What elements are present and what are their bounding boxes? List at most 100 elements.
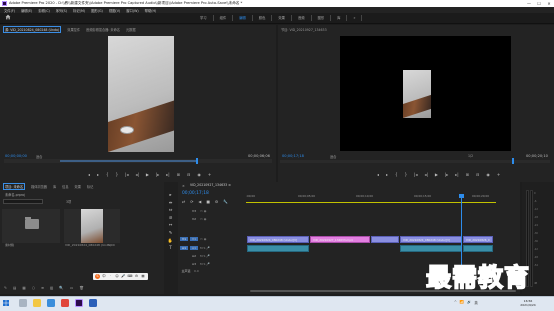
tab-info[interactable]: 信息: [62, 184, 68, 189]
timeline-sequence-tab[interactable]: VID_20210927_134633 ≡: [190, 183, 231, 187]
track-name[interactable]: V3: [190, 209, 198, 213]
video-clip[interactable]: VID_20210824_080248 (Undo)[V]: [400, 236, 462, 243]
workspace-color[interactable]: 颜色: [253, 14, 273, 21]
snap-icon[interactable]: ⟳: [190, 199, 193, 204]
mark-clip-in-icon[interactable]: {: [106, 172, 109, 177]
find-icon[interactable]: 🔍: [59, 286, 63, 290]
overwrite-icon[interactable]: ⊟: [187, 172, 190, 177]
source-playhead-timecode[interactable]: 00;00;00;00: [5, 154, 27, 158]
zoom-slider-icon[interactable]: ○: [32, 286, 35, 290]
tab-effect-controls[interactable]: 效果控件: [67, 27, 80, 32]
minimize-button[interactable]: —: [524, 0, 534, 7]
slip-tool-icon[interactable]: ↔: [166, 223, 175, 227]
timeline-timecode[interactable]: 00;00;17;18: [182, 191, 209, 196]
source-patch[interactable]: V1: [180, 237, 188, 242]
search-icon[interactable]: [19, 299, 27, 307]
source-patch[interactable]: A1: [180, 246, 188, 251]
insert-icon[interactable]: ⊞: [177, 172, 180, 177]
ime-menu-icon[interactable]: ▦: [141, 274, 146, 279]
workspace-assembly[interactable]: 组件: [214, 14, 234, 21]
program-playhead-timecode[interactable]: 00;00;17;18: [282, 154, 304, 158]
ime-emoji-icon[interactable]: ☺: [115, 274, 120, 279]
network-icon[interactable]: 📶: [460, 300, 464, 305]
close-button[interactable]: ✕: [544, 0, 554, 7]
tab-metadata[interactable]: 元数据: [126, 27, 136, 32]
menu-graphics[interactable]: 图形(G): [91, 8, 103, 13]
tab-source[interactable]: 源: VID_20210824_080248 (Undo): [3, 25, 62, 33]
source-playhead[interactable]: [196, 158, 198, 164]
automate-icon[interactable]: ▥: [50, 286, 53, 290]
track-toggles[interactable]: ▭ ◉: [200, 209, 206, 213]
timeline-settings-icon[interactable]: ⚙: [215, 199, 218, 204]
tray-overflow-icon[interactable]: ^: [454, 300, 457, 305]
program-scrubber[interactable]: [280, 160, 550, 163]
track-toggles[interactable]: ▭ ◉: [200, 217, 206, 221]
file-explorer-icon[interactable]: [33, 299, 41, 307]
ime-punctuation-icon[interactable]: ⸱: [108, 274, 113, 279]
workspace-learn[interactable]: 学习: [194, 14, 214, 21]
master-volume[interactable]: 0.0: [194, 269, 199, 273]
program-playhead[interactable]: [512, 158, 514, 164]
tab-audio-clip-mixer[interactable]: 音频剪辑混合器: 未命名: [86, 27, 120, 32]
menu-markers[interactable]: 标记(M): [73, 8, 85, 13]
track-toggles[interactable]: ▭ ◉: [200, 237, 206, 241]
word-icon[interactable]: [89, 299, 97, 307]
input-language-indicator[interactable]: 英: [474, 300, 477, 305]
mark-in-icon[interactable]: ◂: [88, 172, 90, 177]
bin-label[interactable]: 素材箱: [5, 243, 14, 247]
track-toggles[interactable]: M S 🎤: [200, 246, 210, 250]
step-forward-icon[interactable]: |▸: [156, 172, 159, 177]
video-clip[interactable]: VID_20210927_134633.mp4: [310, 236, 370, 243]
workspace-effects[interactable]: 效果: [272, 14, 292, 21]
timeline-close-icon[interactable]: ×: [182, 184, 185, 188]
go-to-in-icon[interactable]: |◂: [414, 172, 417, 177]
selection-tool-icon[interactable]: ▸: [166, 192, 175, 197]
export-frame-icon[interactable]: ◉: [486, 172, 490, 177]
play-icon[interactable]: ▶: [146, 172, 149, 177]
mark-out-icon[interactable]: ▸: [97, 172, 99, 177]
premiere-taskbar-icon[interactable]: [75, 299, 83, 307]
step-back-icon[interactable]: ◂|: [135, 172, 138, 177]
mark-clip-out-icon[interactable]: }: [116, 172, 119, 177]
mark-clip-out-icon[interactable]: }: [405, 172, 408, 177]
track-toggles[interactable]: M S 🎤: [200, 262, 210, 266]
linked-selection-icon[interactable]: ◀: [198, 199, 201, 204]
trash-icon[interactable]: 🗑: [79, 286, 84, 290]
edge-browser-icon[interactable]: [47, 299, 55, 307]
tab-media-browser[interactable]: 媒体浏览器: [31, 184, 47, 189]
mark-clip-in-icon[interactable]: {: [395, 172, 398, 177]
clip-label[interactable]: VID_20210824_080248 (Undo): [65, 243, 111, 247]
ime-language-toggle[interactable]: 中: [102, 274, 107, 279]
workspace-audio[interactable]: 音频: [292, 14, 312, 21]
add-button-icon[interactable]: +: [497, 172, 500, 177]
track-name[interactable]: A1: [190, 246, 198, 251]
menu-sequence[interactable]: 序列(S): [56, 8, 67, 13]
list-view-icon[interactable]: ▤: [13, 286, 16, 290]
menu-file[interactable]: 文件(F): [4, 8, 15, 13]
hand-tool-icon[interactable]: ✋: [166, 238, 175, 243]
pen-tool-icon[interactable]: ✎: [166, 230, 175, 235]
step-back-icon[interactable]: ◂|: [424, 172, 427, 177]
project-search-input[interactable]: [3, 199, 43, 204]
video-clip[interactable]: VID_20210824_080248 (Undo)[V]: [247, 236, 309, 243]
nest-icon[interactable]: ⇄: [182, 199, 185, 204]
add-button-icon[interactable]: +: [208, 172, 211, 177]
workspace-libraries[interactable]: 库: [331, 14, 348, 21]
ime-settings-icon[interactable]: ⚙: [134, 274, 139, 279]
sort-icon[interactable]: ≡: [41, 286, 44, 290]
step-forward-icon[interactable]: |▸: [445, 172, 448, 177]
type-tool-icon[interactable]: T: [166, 246, 175, 250]
new-item-icon[interactable]: ▭: [70, 286, 73, 290]
menu-window[interactable]: 窗口(W): [126, 8, 138, 13]
volume-icon[interactable]: 🔊: [467, 300, 471, 305]
tab-libraries[interactable]: 库: [53, 184, 56, 189]
video-clip[interactable]: [371, 236, 399, 243]
track-name[interactable]: A3: [190, 262, 198, 266]
track-toggles[interactable]: M S 🎤: [200, 254, 210, 258]
track-name[interactable]: V1: [190, 237, 198, 242]
caption-icon[interactable]: 🔧: [223, 199, 228, 204]
program-zoom-select[interactable]: 适合: [330, 154, 336, 159]
home-icon[interactable]: [5, 14, 11, 20]
go-to-out-icon[interactable]: ▸|: [166, 172, 169, 177]
ime-voice-icon[interactable]: 🎤: [121, 274, 126, 279]
